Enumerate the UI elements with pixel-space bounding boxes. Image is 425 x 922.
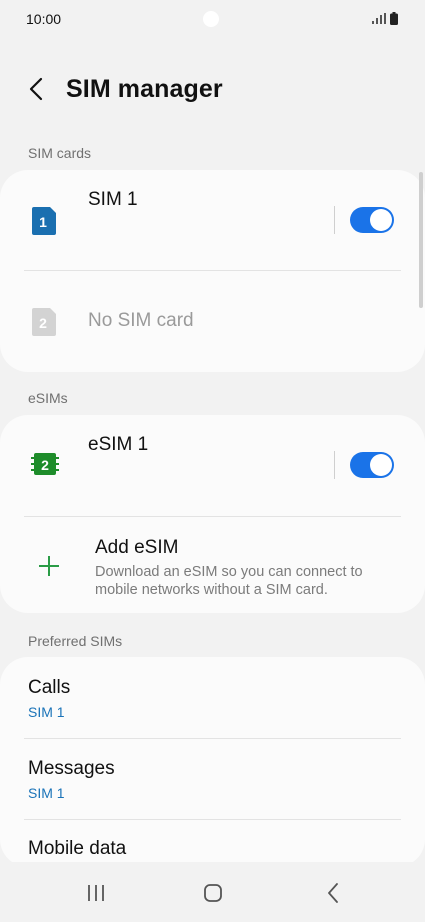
preferred-mobile-data-title: Mobile data (28, 838, 127, 859)
preferred-calls-row[interactable]: Calls SIM 1 (0, 657, 425, 738)
signal-icon (372, 13, 386, 24)
preferred-messages-value: SIM 1 (28, 785, 65, 801)
section-label-esims: eSIMs (28, 390, 68, 406)
toggle-knob (370, 209, 392, 231)
preferred-calls-title: Calls (28, 677, 71, 698)
scrollbar[interactable] (419, 172, 423, 308)
battery-icon (390, 12, 398, 25)
esims-card: 2 eSIM 1 Add eSIM Download an eSIM so yo… (0, 415, 425, 613)
app-header: SIM manager (0, 60, 425, 120)
sim-card-2-icon: 2 (32, 308, 56, 336)
esim1-name: eSIM 1 (88, 434, 149, 455)
sim-card-2-badge: 2 (39, 315, 47, 331)
home-icon[interactable] (200, 880, 226, 906)
preferred-messages-row[interactable]: Messages SIM 1 (0, 739, 425, 819)
add-esim-title: Add eSIM (95, 537, 179, 558)
preferred-sims-card: Calls SIM 1 Messages SIM 1 Mobile data (0, 657, 425, 867)
camera-cutout (203, 11, 219, 27)
section-label-sim-cards: SIM cards (28, 145, 92, 161)
preferred-mobile-data-row[interactable]: Mobile data (0, 820, 425, 867)
add-esim-subtitle-line1: Download an eSIM so you can connect to (95, 564, 363, 580)
back-arrow-icon[interactable] (24, 76, 50, 102)
add-icon (39, 556, 59, 576)
back-nav-icon[interactable] (320, 880, 346, 906)
sim1-toggle[interactable] (350, 207, 394, 233)
add-esim-subtitle-line2: mobile networks without a SIM card. (95, 582, 328, 598)
status-bar: 10:00 (0, 0, 425, 38)
add-esim-row[interactable]: Add eSIM Download an eSIM so you can con… (0, 517, 425, 613)
sim-card-1-icon: 1 (32, 207, 56, 235)
toggle-divider (334, 451, 335, 479)
page-title: SIM manager (66, 75, 223, 103)
section-label-preferred-sims: Preferred SIMs (28, 633, 123, 649)
status-time: 10:00 (26, 11, 62, 27)
sim2-row: 2 No SIM card (0, 271, 425, 371)
navigation-bar (0, 862, 425, 922)
recent-apps-icon[interactable] (83, 880, 109, 906)
esim-chip-badge: 2 (41, 457, 49, 473)
esim1-row[interactable]: 2 eSIM 1 (0, 415, 425, 515)
preferred-calls-value: SIM 1 (28, 704, 65, 720)
sim1-row[interactable]: 1 SIM 1 (0, 170, 425, 270)
sim1-name: SIM 1 (88, 189, 138, 210)
sim-cards-card: 1 SIM 1 2 No SIM card (0, 170, 425, 372)
preferred-messages-title: Messages (28, 758, 115, 779)
esim1-toggle[interactable] (350, 452, 394, 478)
esim-chip-icon: 2 (31, 453, 59, 475)
sim-card-1-badge: 1 (39, 214, 47, 230)
toggle-divider (334, 206, 335, 234)
toggle-knob (370, 454, 392, 476)
sim2-status: No SIM card (88, 310, 194, 331)
